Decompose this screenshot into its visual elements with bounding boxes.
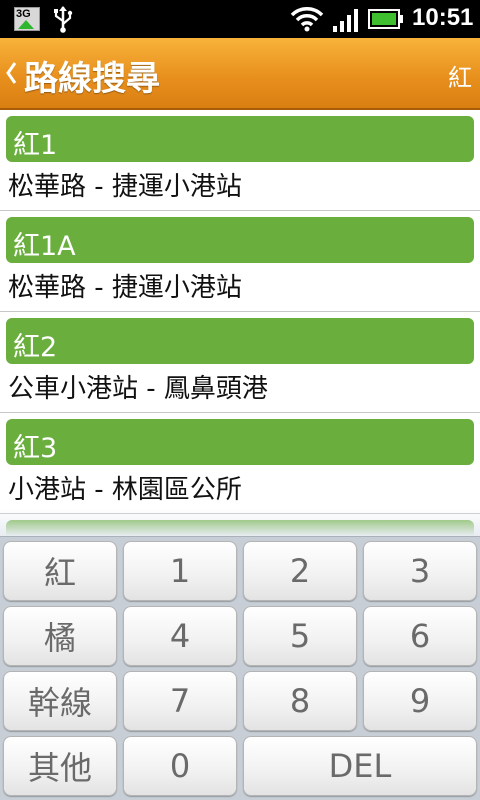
key-6[interactable]: 6 xyxy=(363,606,477,666)
list-item[interactable]: 紅1A 松華路 - 捷運小港站 xyxy=(0,211,480,312)
key-5[interactable]: 5 xyxy=(243,606,357,666)
route-description: 公車小港站 - 鳳鼻頭港 xyxy=(8,374,268,404)
key-category-trunk[interactable]: 幹線 xyxy=(3,671,117,731)
list-fade xyxy=(0,508,480,536)
list-item[interactable]: 紅1 松華路 - 捷運小港站 xyxy=(0,110,480,211)
route-description: 松華路 - 捷運小港站 xyxy=(8,172,242,202)
clock: 10:51 xyxy=(412,4,474,31)
status-bar: 3G 10:51 xyxy=(0,0,480,38)
battery-icon xyxy=(368,9,403,29)
signal-icon xyxy=(333,9,358,32)
key-8[interactable]: 8 xyxy=(243,671,357,731)
route-number-bar: 紅2 xyxy=(6,318,474,364)
key-3[interactable]: 3 xyxy=(363,541,477,601)
route-list[interactable]: 紅1 松華路 - 捷運小港站 紅1A 松華路 - 捷運小港站 紅2 公車小港站 … xyxy=(0,110,480,536)
route-number-bar: 紅3 xyxy=(6,419,474,465)
route-keypad: 紅 1 2 3 橘 4 5 6 幹線 7 8 9 其他 0 DEL xyxy=(0,536,480,800)
chevron-left-icon[interactable] xyxy=(4,55,18,91)
key-4[interactable]: 4 xyxy=(123,606,237,666)
page-title: 路線搜尋 xyxy=(24,59,160,99)
route-description: 小港站 - 林園區公所 xyxy=(8,475,242,505)
route-number: 紅1 xyxy=(13,130,58,161)
key-category-other[interactable]: 其他 xyxy=(3,736,117,796)
route-number-bar: 紅1A xyxy=(6,217,474,263)
delete-button[interactable]: DEL xyxy=(243,736,477,796)
key-2[interactable]: 2 xyxy=(243,541,357,601)
key-category-orange[interactable]: 橘 xyxy=(3,606,117,666)
key-category-red[interactable]: 紅 xyxy=(3,541,117,601)
key-0[interactable]: 0 xyxy=(123,736,237,796)
route-number: 紅1A xyxy=(13,231,76,262)
network-badge: 3G xyxy=(16,8,31,20)
3g-data-icon: 3G xyxy=(14,7,40,31)
key-7[interactable]: 7 xyxy=(123,671,237,731)
list-item[interactable]: 紅3 小港站 - 林園區公所 xyxy=(0,413,480,514)
route-filter-indicator: 紅 xyxy=(448,64,472,92)
route-number-bar: 紅1 xyxy=(6,116,474,162)
route-description: 松華路 - 捷運小港站 xyxy=(8,273,242,303)
usb-icon xyxy=(54,6,73,33)
title-bar: 路線搜尋 紅 xyxy=(0,38,480,110)
route-number: 紅2 xyxy=(13,332,58,363)
key-1[interactable]: 1 xyxy=(123,541,237,601)
key-9[interactable]: 9 xyxy=(363,671,477,731)
route-number: 紅3 xyxy=(13,433,58,464)
wifi-icon xyxy=(290,7,324,32)
list-item[interactable]: 紅2 公車小港站 - 鳳鼻頭港 xyxy=(0,312,480,413)
